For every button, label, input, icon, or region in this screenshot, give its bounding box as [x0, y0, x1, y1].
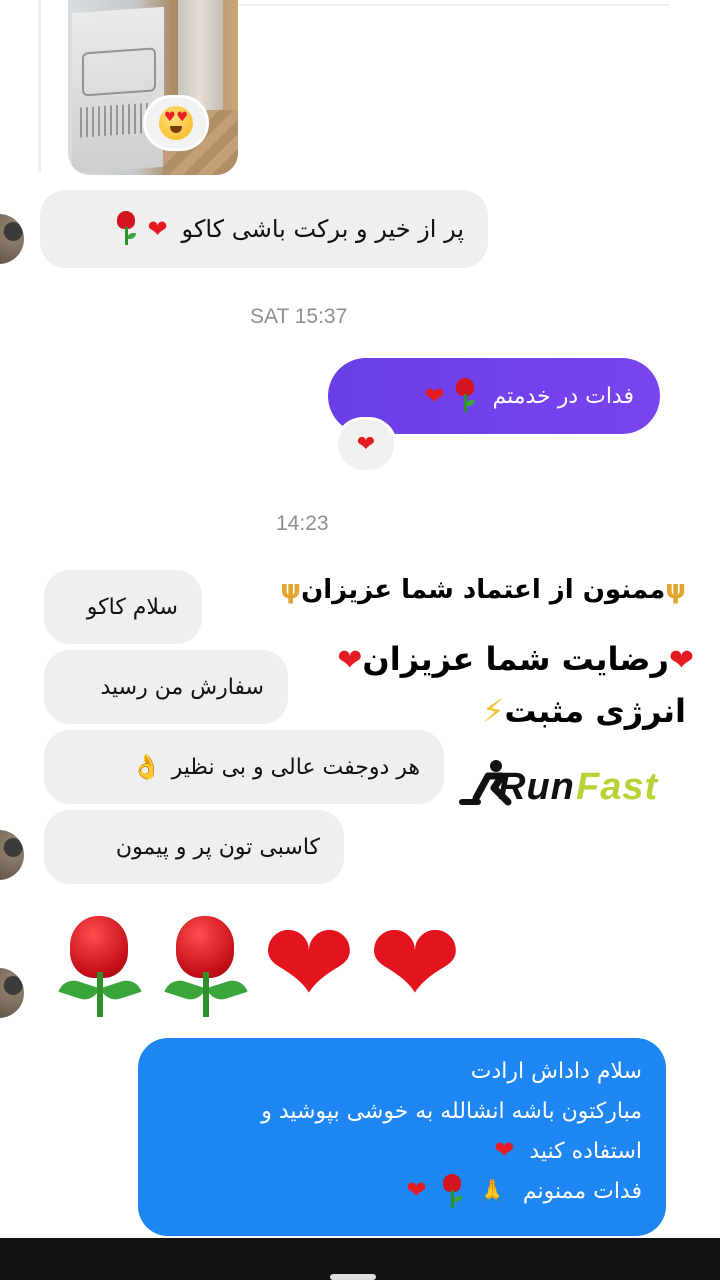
message-bubble[interactable]: سلام کاکو — [44, 570, 202, 644]
heart-icon: ❤ — [368, 899, 462, 1029]
message-bubble[interactable]: هر دوجفت عالی و بی نظیر 👌 — [44, 730, 444, 804]
divider — [210, 4, 670, 6]
rose-icon — [158, 916, 248, 1021]
message-bubble[interactable]: کاسبی تون پر و پیمون — [44, 810, 344, 884]
promo-text: ممنون از اعتماد شما عزیزان — [301, 575, 666, 605]
trident-icon: ψ — [280, 575, 302, 605]
emoji-message[interactable]: ❤ ❤ — [52, 908, 482, 1022]
lightning-icon: ⚡ — [481, 692, 505, 730]
heart-icon: ❤ — [337, 643, 363, 678]
photo-paper — [72, 6, 164, 174]
message-text: کاسبی تون پر و پیمون — [115, 834, 320, 860]
promo-line-3: انرژی مثبت⚡ — [482, 692, 686, 730]
avatar[interactable] — [0, 968, 24, 1018]
avatar[interactable] — [0, 830, 24, 880]
photo-pole — [178, 0, 223, 110]
heart-icon: ❤ — [668, 643, 694, 678]
outgoing-message-bubble[interactable]: سلام داداش ارادت مبارکتون باشه انشالله ب… — [138, 1038, 666, 1236]
reply-line — [38, 0, 41, 172]
message-reaction[interactable]: ❤ — [338, 420, 394, 470]
message-text: هر دوجفت عالی و بی نظیر — [171, 754, 420, 780]
logo-text-fast: Fast — [576, 766, 659, 808]
rose-icon — [113, 211, 139, 247]
heart-icon: ❤ — [494, 1136, 515, 1164]
message-bubble[interactable]: پر از خیر و برکت باشی کاکو ❤ — [40, 190, 488, 268]
rose-icon — [52, 916, 142, 1021]
promo-text: انرژی مثبت — [504, 692, 686, 730]
message-text: سلام کاکو — [86, 594, 178, 620]
heart-icon: ❤ — [424, 382, 445, 410]
message-text: پر از خیر و برکت باشی کاکو — [181, 215, 464, 243]
runfast-logo: Run Fast — [458, 758, 686, 812]
photo-reaction[interactable] — [146, 98, 206, 148]
rose-icon — [439, 1174, 465, 1210]
message-text: فدات در خدمتم — [492, 383, 634, 409]
shared-photo[interactable] — [68, 0, 238, 175]
message-text: استفاده کنید — [529, 1139, 642, 1164]
heart-icon: ❤ — [147, 215, 168, 243]
ok-hand-icon: 👌 — [131, 753, 162, 781]
heart-eyes-emoji-icon — [159, 106, 193, 140]
message-text: سفارش من رسید — [100, 674, 264, 700]
logo-text-run: Run — [498, 766, 575, 808]
message-line: سلام داداش ارادت — [470, 1059, 642, 1084]
message-line-3: استفاده کنید ❤ — [162, 1132, 642, 1172]
bottom-bar — [0, 1238, 720, 1280]
timestamp: SAT 15:37 — [250, 305, 348, 328]
promo-text: رضایت شما عزیزان — [362, 640, 669, 678]
avatar[interactable] — [0, 214, 24, 264]
chat-screen: پر از خیر و برکت باشی کاکو ❤ SAT 15:37 ف… — [0, 0, 720, 1280]
message-line: مبارکتون باشه انشالله به خوشی بپوشید و — [261, 1099, 642, 1124]
heart-icon: ❤ — [356, 432, 376, 457]
message-line-4: فدات ممنونم 🙏 ❤ — [162, 1172, 642, 1212]
trident-icon: ψ — [665, 575, 686, 605]
pray-icon: 🙏 — [478, 1179, 506, 1204]
message-text: فدات ممنونم — [522, 1179, 642, 1204]
promo-line-2: ❤رضایت شما عزیزان❤ — [337, 640, 694, 678]
home-indicator[interactable] — [330, 1274, 376, 1280]
promo-line-1: ψممنون از اعتماد شما عزیزانψ — [280, 575, 686, 605]
message-bubble[interactable]: سفارش من رسید — [44, 650, 288, 724]
rose-icon — [452, 378, 478, 414]
timestamp: 14:23 — [276, 512, 329, 535]
heart-icon: ❤ — [262, 899, 356, 1029]
heart-icon: ❤ — [406, 1176, 427, 1204]
